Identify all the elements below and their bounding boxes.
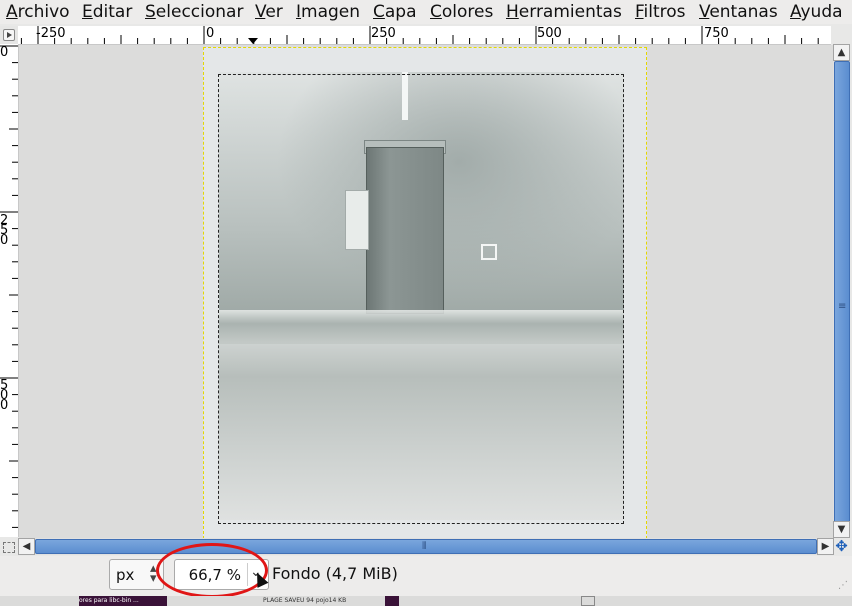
quick-mask-toggle[interactable] <box>0 538 18 555</box>
navigate-icon[interactable]: ✥ <box>833 538 850 555</box>
menu-editar[interactable]: Editar <box>82 1 132 23</box>
scroll-down-button[interactable]: ▼ <box>833 521 850 538</box>
taskbar-item[interactable]: PLAGE SAVEU 94 pojo14 KB <box>263 596 383 606</box>
photo-image <box>219 72 624 520</box>
menu-capa-label: Capa <box>373 2 417 22</box>
menu-ver-label: Ver <box>255 2 283 22</box>
grip-icon: ≡ <box>838 301 847 312</box>
menu-ayuda[interactable]: Ayuda <box>790 1 843 23</box>
chevron-left-icon: ◀ <box>22 541 31 552</box>
menu-mnemonic: I <box>296 2 302 22</box>
menu-mnemonic: V <box>699 2 710 22</box>
taskbar-item[interactable]: ores para libc-bin ... <box>79 596 167 606</box>
menu-herramientas-label: Herramientas <box>506 2 622 22</box>
chevron-right-icon: ▶ <box>821 541 830 552</box>
vruler-label: 0 <box>0 45 10 60</box>
menu-mnemonic: E <box>82 2 93 22</box>
menu-ver[interactable]: Ver <box>255 1 283 23</box>
scroll-up-button[interactable]: ▲ <box>833 44 850 61</box>
horizontal-scroll-thumb[interactable]: ⦀ <box>35 539 817 554</box>
menu-imagen-label: Imagen <box>296 2 361 22</box>
menu-mnemonic: A <box>790 2 801 22</box>
menu-filtros-label: Filtros <box>635 2 686 22</box>
hruler-label: 0 <box>206 26 215 41</box>
photo-rod <box>402 72 408 120</box>
vertical-ruler-ticks <box>0 45 18 528</box>
photo-floor <box>219 310 624 344</box>
menu-filtros[interactable]: Filtros <box>635 1 686 23</box>
layer-info-text: Fondo (4,7 MiB) <box>272 564 398 583</box>
menu-herramientas[interactable]: Herramientas <box>506 1 622 23</box>
photo-device <box>366 147 444 314</box>
resize-grip-icon[interactable]: ⋰ <box>838 581 850 593</box>
statusbar: px ▴ ▾ 66,7 % ⌄ Fondo (4,7 MiB) ⋰ <box>0 543 852 598</box>
unit-value: px <box>116 566 135 584</box>
taskbar-item[interactable] <box>385 596 399 606</box>
vruler-label: 250 <box>0 213 9 248</box>
menu-mnemonic: H <box>506 2 519 22</box>
menu-mnemonic: A <box>6 2 18 22</box>
hruler-label: 750 <box>704 26 729 41</box>
scroll-left-button[interactable]: ◀ <box>18 538 35 555</box>
grip-icon: ⦀ <box>422 541 427 552</box>
vertical-scrollbar[interactable]: ▲ ≡ ▼ <box>833 44 850 538</box>
menu-colores-label: Colores <box>430 2 494 22</box>
menu-mnemonic: C <box>373 2 385 22</box>
pointer-position-marker <box>248 38 258 44</box>
quick-mask-icon <box>3 542 15 553</box>
menu-capa[interactable]: Capa <box>373 1 417 23</box>
vruler-label: 500 <box>0 378 9 413</box>
horizontal-ruler[interactable]: -250 0 250 500 750 <box>18 26 831 45</box>
menu-colores[interactable]: Colores <box>430 1 493 23</box>
vruler-label-text: 0 <box>0 45 9 60</box>
layer-boundary <box>203 47 647 538</box>
menu-seleccionar[interactable]: Seleccionar <box>145 1 243 23</box>
photo-cable <box>481 244 497 260</box>
menu-mnemonic: V <box>255 2 266 22</box>
menu-ventanas-label: Ventanas <box>699 2 778 22</box>
taskbar-item[interactable] <box>581 596 595 606</box>
vruler-label-text: 250 <box>0 213 9 248</box>
chevron-down-icon: ▼ <box>837 524 846 535</box>
menubar: Archivo Editar Seleccionar Ver Imagen Ca… <box>0 0 852 24</box>
menu-imagen[interactable]: Imagen <box>296 1 360 23</box>
hruler-label: -250 <box>36 26 66 41</box>
horizontal-scrollbar[interactable]: ◀ ⦀ ▶ <box>18 538 834 555</box>
vertical-scroll-thumb[interactable]: ≡ <box>834 61 850 523</box>
chevron-up-icon: ▲ <box>837 47 846 58</box>
hruler-label: 500 <box>537 26 562 41</box>
menu-mnemonic: C <box>430 2 442 22</box>
menu-seleccionar-label: Seleccionar <box>145 2 244 22</box>
image-canvas[interactable] <box>19 45 833 538</box>
scroll-right-button[interactable]: ▶ <box>817 538 834 555</box>
menu-ventanas[interactable]: Ventanas <box>699 1 778 23</box>
vruler-label-text: 500 <box>0 378 9 413</box>
vertical-ruler[interactable]: 0 250 500 <box>0 44 19 537</box>
photo-device-side <box>345 190 369 250</box>
hruler-label: 250 <box>371 26 396 41</box>
menu-mnemonic: S <box>145 2 156 22</box>
taskbar-item-label: ores para libc-bin ... <box>79 597 139 604</box>
taskbar-item-label: PLAGE SAVEU 94 pojo14 KB <box>263 597 347 604</box>
image-menu-icon <box>3 29 15 41</box>
menu-mnemonic: F <box>635 2 644 22</box>
taskbar: ores para libc-bin ... PLAGE SAVEU 94 po… <box>0 596 852 606</box>
menu-ayuda-label: Ayuda <box>790 2 843 22</box>
menu-archivo-label: Archivo <box>6 2 70 22</box>
ruler-corner-menu-button[interactable] <box>0 26 18 44</box>
highlight-annotation <box>156 543 268 598</box>
menu-archivo[interactable]: Archivo <box>6 1 70 23</box>
menu-editar-label: Editar <box>82 2 133 22</box>
